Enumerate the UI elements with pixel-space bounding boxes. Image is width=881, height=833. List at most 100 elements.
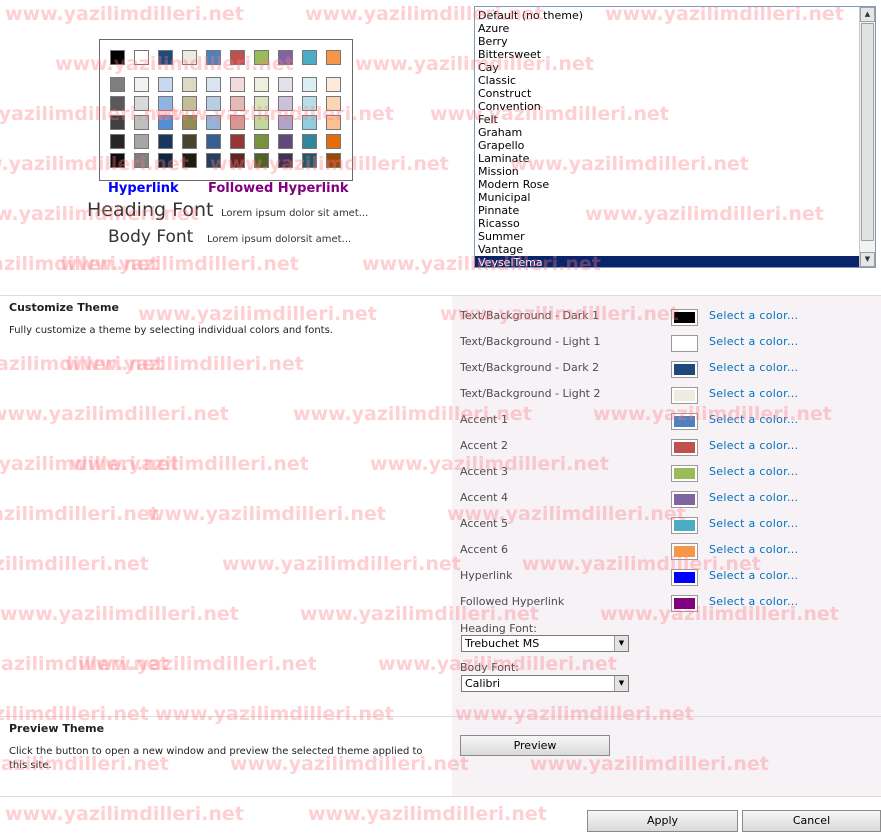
color-preview-box <box>671 309 698 326</box>
color-row-label: Hyperlink <box>460 569 513 582</box>
color-swatch <box>278 115 293 130</box>
hyperlink-sample: Hyperlink <box>108 181 179 196</box>
divider <box>0 796 881 797</box>
scroll-thumb[interactable] <box>861 23 874 241</box>
select-color-link[interactable]: Select a color... <box>709 595 798 608</box>
color-swatch <box>182 96 197 111</box>
color-swatch <box>158 115 173 130</box>
theme-list-item[interactable]: Grapello <box>475 139 859 152</box>
select-color-link[interactable]: Select a color... <box>709 569 798 582</box>
color-fill <box>674 312 695 323</box>
color-fill <box>674 468 695 479</box>
theme-list-item[interactable]: Mission <box>475 165 859 178</box>
color-swatch <box>206 50 221 65</box>
color-row-label: Followed Hyperlink <box>460 595 565 608</box>
theme-list-item[interactable]: Municipal <box>475 191 859 204</box>
theme-list-item[interactable]: Laminate <box>475 152 859 165</box>
color-swatch <box>182 153 197 168</box>
theme-list-item[interactable]: Construct <box>475 87 859 100</box>
color-swatch <box>278 77 293 92</box>
color-swatch <box>110 115 125 130</box>
color-swatch <box>158 50 173 65</box>
theme-list-scrollbar[interactable]: ▲ ▼ <box>859 7 875 267</box>
watermark-text: www.yazilimdilleri.net <box>0 403 229 425</box>
heading-font-sample: Heading Font <box>87 199 214 221</box>
watermark-text: www.yazilimdilleri.net <box>0 503 159 525</box>
color-fill <box>674 338 695 349</box>
scroll-down-icon[interactable]: ▼ <box>860 252 875 267</box>
color-swatch <box>326 115 341 130</box>
select-color-link[interactable]: Select a color... <box>709 491 798 504</box>
theme-list-item[interactable]: Classic <box>475 74 859 87</box>
theme-preview-swatches <box>99 39 353 181</box>
color-swatch <box>110 50 125 65</box>
color-swatch <box>326 134 341 149</box>
color-row-label: Accent 3 <box>460 465 508 478</box>
chevron-down-icon[interactable]: ▼ <box>614 676 628 691</box>
watermark-text: www.yazilimdilleri.net <box>0 603 239 625</box>
color-swatch <box>134 50 149 65</box>
heading-font-select[interactable]: Trebuchet MS ▼ <box>461 635 629 652</box>
theme-list-item[interactable]: Ricasso <box>475 217 859 230</box>
select-color-link[interactable]: Select a color... <box>709 465 798 478</box>
color-swatch <box>230 134 245 149</box>
theme-list-item[interactable]: Azure <box>475 22 859 35</box>
color-preview-box <box>671 595 698 612</box>
color-swatch <box>182 77 197 92</box>
body-font-label: Body Font: <box>460 661 519 674</box>
color-swatch <box>158 96 173 111</box>
watermark-text: www.yazilimdilleri.net <box>70 453 309 475</box>
color-swatch <box>182 115 197 130</box>
color-fill <box>674 442 695 453</box>
theme-list-item[interactable]: Default (no theme) <box>475 9 859 22</box>
color-row-label: Text/Background - Dark 2 <box>460 361 600 374</box>
color-swatch <box>230 96 245 111</box>
heading-lorem-text: Lorem ipsum dolor sit amet... <box>221 208 369 219</box>
select-color-link[interactable]: Select a color... <box>709 361 798 374</box>
color-swatch <box>302 50 317 65</box>
color-fill <box>674 416 695 427</box>
watermark-text: www.yazilimdilleri.net <box>78 653 317 675</box>
preview-button[interactable]: Preview <box>460 735 610 756</box>
select-color-link[interactable]: Select a color... <box>709 335 798 348</box>
theme-list-item[interactable]: Convention <box>475 100 859 113</box>
select-color-link[interactable]: Select a color... <box>709 413 798 426</box>
select-color-link[interactable]: Select a color... <box>709 387 798 400</box>
color-swatch <box>254 134 269 149</box>
select-color-link[interactable]: Select a color... <box>709 439 798 452</box>
theme-list-item[interactable]: Modern Rose <box>475 178 859 191</box>
theme-list-item[interactable]: Cay <box>475 61 859 74</box>
theme-list-item[interactable]: Bittersweet <box>475 48 859 61</box>
theme-list-item[interactable]: VeyselTema <box>475 256 859 267</box>
watermark-text: www.yazilimdilleri.net <box>65 353 304 375</box>
divider <box>0 295 881 296</box>
color-swatch <box>230 115 245 130</box>
scroll-up-icon[interactable]: ▲ <box>860 7 875 22</box>
theme-list-item[interactable]: Felt <box>475 113 859 126</box>
select-color-link[interactable]: Select a color... <box>709 517 798 530</box>
color-swatch <box>278 96 293 111</box>
color-row-label: Accent 2 <box>460 439 508 452</box>
color-swatch <box>278 50 293 65</box>
cancel-button[interactable]: Cancel <box>742 810 881 832</box>
theme-list-item[interactable]: Summer <box>475 230 859 243</box>
color-swatch <box>302 153 317 168</box>
body-font-select[interactable]: Calibri ▼ <box>461 675 629 692</box>
select-color-link[interactable]: Select a color... <box>709 309 798 322</box>
color-swatch <box>254 153 269 168</box>
chevron-down-icon[interactable]: ▼ <box>614 636 628 651</box>
theme-list-item[interactable]: Vantage <box>475 243 859 256</box>
theme-list-item[interactable]: Pinnate <box>475 204 859 217</box>
select-color-link[interactable]: Select a color... <box>709 543 798 556</box>
color-swatch <box>110 96 125 111</box>
watermark-text: www.yazilimdilleri.net <box>222 553 461 575</box>
color-row-label: Accent 5 <box>460 517 508 530</box>
apply-button[interactable]: Apply <box>587 810 738 832</box>
theme-listbox[interactable]: Default (no theme) Azure Berry Bittersweet C… <box>474 6 876 268</box>
color-swatch <box>326 96 341 111</box>
theme-list-item[interactable]: Graham <box>475 126 859 139</box>
theme-list-item[interactable]: Berry <box>475 35 859 48</box>
color-swatch <box>206 115 221 130</box>
theme-list-items: Default (no theme) Azure Berry Bittersweet C… <box>475 9 859 267</box>
body-font-sample: Body Font <box>108 227 194 247</box>
